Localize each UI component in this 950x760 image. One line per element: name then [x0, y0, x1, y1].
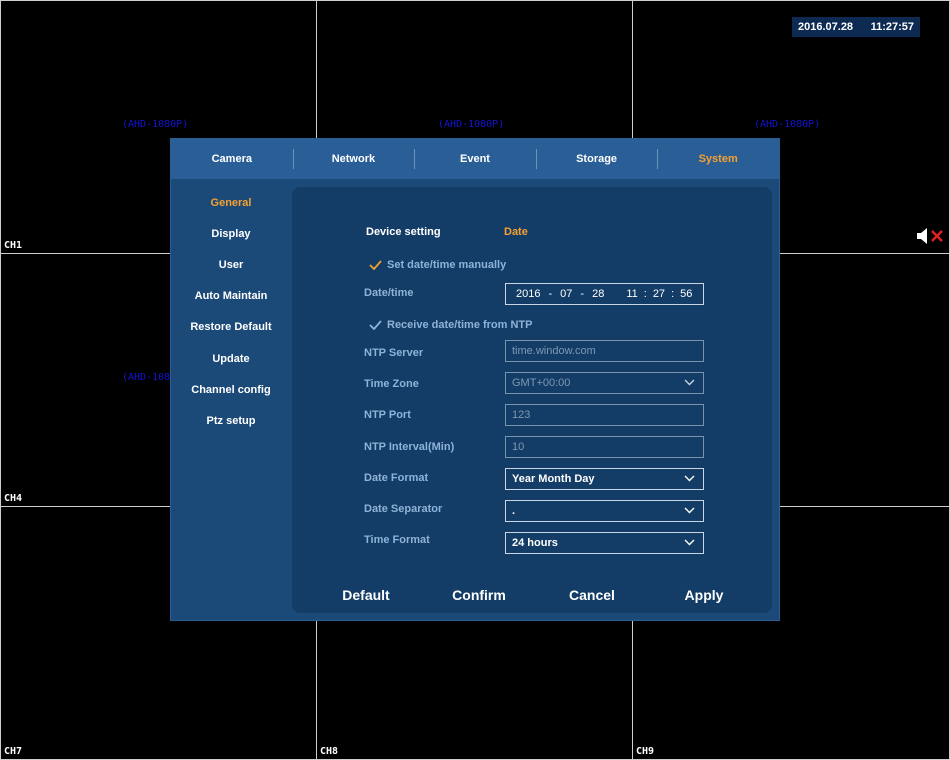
ntp-port-label: NTP Port: [364, 409, 411, 421]
channel-label: CH7: [4, 746, 23, 757]
resolution-label: (AHD-108: [122, 372, 171, 383]
datetime-field[interactable]: 2016 - 07 - 28 11 : 27 : 56: [505, 283, 704, 305]
date-separator-label: Date Separator: [364, 503, 443, 515]
clock-time: 11:27:57: [870, 21, 914, 33]
time-zone-select[interactable]: GMT+00:00: [505, 372, 704, 394]
datetime-label: Date/time: [364, 287, 414, 299]
device-setting-label: Device setting: [366, 226, 441, 238]
chevron-down-icon: [684, 379, 695, 386]
sidebar-item-ptz-setup[interactable]: Ptz setup: [171, 405, 291, 436]
time-zone-value: GMT+00:00: [512, 377, 571, 389]
datetime-separator: -: [548, 288, 553, 300]
sidebar-item-general[interactable]: General: [171, 187, 291, 218]
general-settings-panel: Device setting Date Set date/time manual…: [292, 187, 772, 613]
sidebar-item-display[interactable]: Display: [171, 218, 291, 249]
tab-event[interactable]: Event: [414, 139, 536, 179]
channel-label: CH4: [4, 493, 23, 504]
ntp-checkbox[interactable]: Receive date/time from NTP: [369, 319, 533, 331]
tab-storage[interactable]: Storage: [535, 139, 658, 179]
date-format-select[interactable]: Year Month Day: [505, 468, 704, 490]
datetime-month[interactable]: 07: [560, 288, 572, 300]
ntp-interval-input[interactable]: 10: [505, 436, 704, 458]
ntp-interval-label: NTP Interval(Min): [364, 441, 455, 453]
system-sidebar: General Display User Auto Maintain Resto…: [171, 187, 291, 437]
time-zone-label: Time Zone: [364, 378, 419, 390]
channel-label: CH1: [4, 240, 23, 251]
tab-network[interactable]: Network: [292, 139, 415, 179]
clock-date: 2016.07.28: [798, 21, 854, 33]
ntp-port-input[interactable]: 123: [505, 404, 704, 426]
ntp-server-label: NTP Server: [364, 347, 424, 359]
checkmark-icon: [369, 260, 382, 270]
sidebar-item-user[interactable]: User: [171, 249, 291, 280]
sidebar-item-auto-maintain[interactable]: Auto Maintain: [171, 281, 291, 312]
sidebar-item-update[interactable]: Update: [171, 343, 291, 374]
datetime-separator: :: [671, 288, 675, 300]
chevron-down-icon: [684, 539, 695, 546]
sidebar-item-restore-default[interactable]: Restore Default: [171, 312, 291, 343]
datetime-separator: -: [580, 288, 585, 300]
time-format-value: 24 hours: [512, 537, 558, 549]
date-format-value: Year Month Day: [512, 473, 595, 485]
resolution-label: (AHD-1080P): [754, 119, 821, 130]
cancel-button[interactable]: Cancel: [547, 587, 637, 603]
device-setting-value[interactable]: Date: [504, 226, 528, 238]
datetime-minute[interactable]: 27: [653, 288, 665, 300]
speaker-muted-icon[interactable]: [916, 227, 946, 245]
channel-label: CH8: [320, 746, 339, 757]
date-separator-select[interactable]: .: [505, 500, 704, 522]
channel-label: CH9: [636, 746, 655, 757]
datetime-year[interactable]: 2016: [516, 288, 540, 300]
chevron-down-icon: [684, 507, 695, 514]
datetime-day[interactable]: 28: [592, 288, 604, 300]
resolution-label: (AHD-1080P): [122, 119, 189, 130]
set-manual-checkbox[interactable]: Set date/time manually: [369, 259, 506, 271]
date-format-label: Date Format: [364, 472, 429, 484]
settings-dialog: Camera Network Event Storage System Gene…: [171, 139, 779, 620]
system-clock: 2016.07.28 11:27:57: [792, 17, 920, 37]
checkmark-icon: [369, 320, 382, 330]
sidebar-item-channel-config[interactable]: Channel config: [171, 374, 291, 405]
default-button[interactable]: Default: [321, 587, 411, 603]
set-manual-label: Set date/time manually: [387, 259, 507, 271]
datetime-hour[interactable]: 11: [626, 288, 637, 300]
ntp-server-input[interactable]: time.window.com: [505, 340, 704, 362]
tab-camera[interactable]: Camera: [171, 139, 293, 179]
time-format-label: Time Format: [364, 534, 430, 546]
date-separator-value: .: [512, 505, 516, 517]
confirm-button[interactable]: Confirm: [434, 587, 524, 603]
tab-system[interactable]: System: [657, 139, 779, 179]
resolution-label: (AHD-1080P): [438, 119, 505, 130]
ntp-check-label: Receive date/time from NTP: [387, 319, 533, 331]
chevron-down-icon: [684, 475, 695, 482]
datetime-second[interactable]: 56: [680, 288, 692, 300]
datetime-separator: :: [643, 288, 647, 300]
main-tabs: Camera Network Event Storage System: [171, 139, 779, 179]
time-format-select[interactable]: 24 hours: [505, 532, 704, 554]
apply-button[interactable]: Apply: [659, 587, 749, 603]
